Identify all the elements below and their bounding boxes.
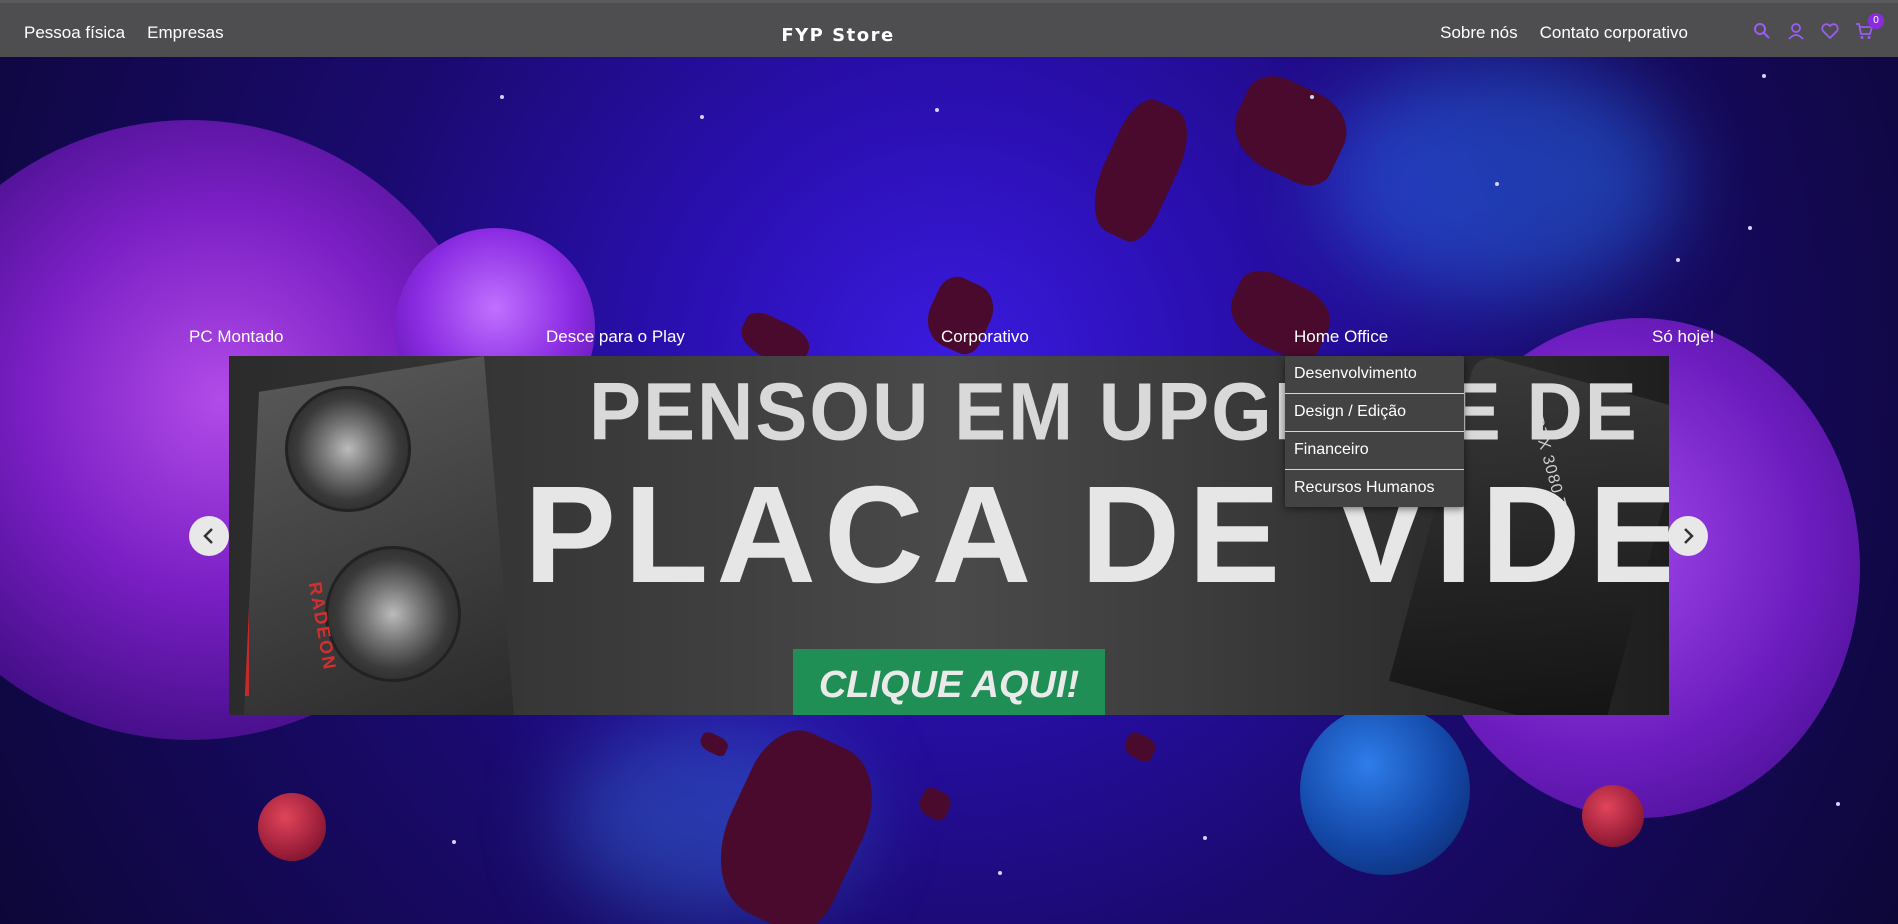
category-home-office[interactable]: Home Office <box>1294 327 1388 347</box>
planet-blue <box>1300 705 1470 875</box>
dropdown-item-desenvolvimento[interactable]: Desenvolvimento <box>1285 356 1464 394</box>
carousel-next-button[interactable] <box>1668 516 1708 556</box>
category-pc-montado[interactable]: PC Montado <box>189 327 284 347</box>
star <box>1203 836 1207 840</box>
cart-icon[interactable]: 0 <box>1854 13 1884 41</box>
star <box>1676 258 1680 262</box>
star <box>700 115 704 119</box>
star <box>1495 182 1499 186</box>
dropdown-item-financeiro[interactable]: Financeiro <box>1285 432 1464 470</box>
heart-icon[interactable] <box>1820 21 1840 41</box>
star <box>935 108 939 112</box>
star <box>452 840 456 844</box>
category-navigation: PC Montado Desce para o Play Corporativo… <box>0 327 1898 351</box>
user-icon[interactable] <box>1786 21 1806 41</box>
carousel-prev-button[interactable] <box>189 516 229 556</box>
asteroid <box>1121 729 1159 765</box>
nebula-glow <box>1320 60 1680 300</box>
header-icons: 0 <box>1752 13 1884 41</box>
gpu-fan <box>325 546 461 682</box>
star <box>1748 226 1752 230</box>
star <box>1762 74 1766 78</box>
planet-red-left <box>258 793 326 861</box>
category-so-hoje[interactable]: Só hoje! <box>1652 327 1714 347</box>
banner-headline-top: PENSOU EM UPGRADE DE <box>589 364 1639 458</box>
star <box>1836 802 1840 806</box>
banner-headline-main: PLACA DE VIDEO <box>524 458 1669 612</box>
cart-count-badge: 0 <box>1868 13 1884 29</box>
planet-red-right <box>1582 785 1644 847</box>
star <box>500 95 504 99</box>
gpu-left-image: RADEON <box>244 356 514 715</box>
asteroid <box>1219 262 1341 368</box>
star <box>1310 95 1314 99</box>
asteroid <box>915 784 955 824</box>
search-icon[interactable] <box>1752 21 1772 41</box>
brand-logo[interactable]: FYP Store <box>0 25 1676 46</box>
chevron-right-icon <box>1684 528 1694 544</box>
home-office-dropdown-menu: Desenvolvimento Design / Edição Financei… <box>1285 356 1464 507</box>
top-navigation-bar: Pessoa física Empresas FYP Store Sobre n… <box>0 0 1898 57</box>
nav-link-contato-corporativo[interactable]: Contato corporativo <box>1540 23 1688 43</box>
category-corporativo[interactable]: Corporativo <box>941 327 1029 347</box>
star <box>998 871 1002 875</box>
banner-cta-button[interactable]: CLIQUE AQUI! <box>793 649 1105 715</box>
dropdown-item-design-edicao[interactable]: Design / Edição <box>1285 394 1464 432</box>
chevron-left-icon <box>203 528 213 544</box>
category-desce-para-o-play[interactable]: Desce para o Play <box>546 327 685 347</box>
asteroid <box>1078 91 1202 249</box>
dropdown-item-recursos-humanos[interactable]: Recursos Humanos <box>1285 470 1464 507</box>
nav-right-group: Sobre nós Contato corporativo <box>1440 23 1688 43</box>
gpu-fan <box>285 386 411 512</box>
nav-link-sobre-nos[interactable]: Sobre nós <box>1440 23 1518 43</box>
gpu-red-stripe <box>244 396 249 696</box>
